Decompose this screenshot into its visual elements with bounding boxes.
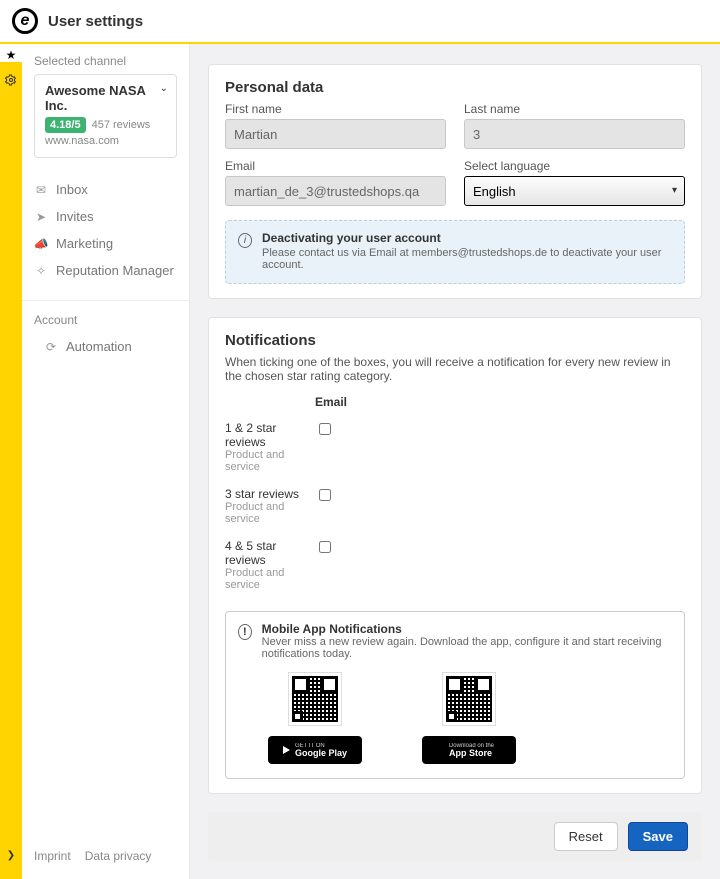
personal-data-heading: Personal data (225, 79, 685, 96)
nav-reputation-manager[interactable]: ✧ Reputation Manager (34, 257, 177, 284)
notifications-card: Notifications When ticking one of the bo… (208, 317, 702, 794)
nav-label: Reputation Manager (56, 263, 174, 278)
app-store-badge[interactable]: Download on theApp Store (422, 736, 516, 764)
selected-channel-label: Selected channel (34, 54, 177, 68)
gear-icon[interactable] (5, 74, 17, 86)
invites-icon: ➤ (34, 210, 48, 224)
nav-invites[interactable]: ➤ Invites (34, 203, 177, 230)
deactivate-title: Deactivating your user account (262, 231, 672, 245)
notif-3-email-checkbox[interactable] (319, 489, 331, 501)
language-label: Select language (464, 159, 685, 173)
last-name-label: Last name (464, 102, 685, 116)
reputation-icon: ✧ (34, 264, 48, 278)
form-actions: Reset Save (208, 812, 702, 861)
google-play-col: GET IT ONGoogle Play (268, 672, 362, 764)
deactivate-text: Please contact us via Email at members@t… (262, 247, 672, 271)
nav-label: Marketing (56, 236, 113, 251)
privacy-link[interactable]: Data privacy (85, 849, 152, 863)
left-rail: ★ ❯ (0, 44, 22, 879)
star-icon[interactable]: ★ (0, 44, 22, 62)
account-section-label: Account (34, 313, 177, 327)
notif-row-subtitle: Product and service (225, 501, 315, 525)
megaphone-icon: 📣 (34, 237, 48, 251)
email-input[interactable] (225, 176, 446, 206)
notifications-description: When ticking one of the boxes, you will … (225, 355, 685, 383)
nav-label: Automation (66, 339, 132, 354)
brand-logo: e (12, 8, 38, 34)
notif-1-2-email-checkbox[interactable] (319, 423, 331, 435)
notif-row-3: 3 star reviews Product and service (225, 483, 685, 535)
chevron-right-icon[interactable]: ❯ (7, 850, 15, 861)
language-select[interactable]: English (464, 176, 685, 206)
nav-label: Invites (56, 209, 94, 224)
sidebar-footer: Imprint Data privacy (22, 835, 189, 879)
notif-row-subtitle: Product and service (225, 449, 315, 473)
mobile-text: Never miss a new review again. Download … (262, 636, 672, 660)
notif-row-title: 1 & 2 star reviews (225, 421, 315, 449)
google-play-badge[interactable]: GET IT ONGoogle Play (268, 736, 362, 764)
google-play-qr (288, 672, 342, 726)
email-label: Email (225, 159, 446, 173)
notif-row-subtitle: Product and service (225, 567, 315, 591)
nav-inbox[interactable]: ✉ Inbox (34, 176, 177, 203)
nav-automation[interactable]: ⟳ Automation (44, 333, 177, 360)
page-title: User settings (48, 13, 143, 30)
deactivate-info-box: i Deactivating your user account Please … (225, 220, 685, 284)
last-name-input[interactable] (464, 119, 685, 149)
notif-row-title: 4 & 5 star reviews (225, 539, 315, 567)
notifications-heading: Notifications (225, 332, 685, 349)
first-name-input[interactable] (225, 119, 446, 149)
notif-row-1-2: 1 & 2 star reviews Product and service (225, 417, 685, 483)
chevron-down-icon[interactable]: ⌄ (160, 83, 168, 94)
channel-name: Awesome NASA Inc. (45, 83, 166, 113)
mobile-title: Mobile App Notifications (262, 622, 672, 636)
main-nav: ✉ Inbox ➤ Invites 📣 Marketing ✧ Reputati… (34, 176, 177, 284)
notif-4-5-email-checkbox[interactable] (319, 541, 331, 553)
reset-button[interactable]: Reset (554, 822, 618, 851)
review-count: 457 reviews (92, 119, 151, 131)
app-store-col: Download on theApp Store (422, 672, 516, 764)
play-icon (283, 746, 290, 754)
nav-marketing[interactable]: 📣 Marketing (34, 230, 177, 257)
first-name-label: First name (225, 102, 446, 116)
channel-card[interactable]: Awesome NASA Inc. ⌄ 4.18/5 457 reviews w… (34, 74, 177, 158)
channel-domain: www.nasa.com (45, 135, 166, 147)
save-button[interactable]: Save (628, 822, 688, 851)
notif-row-4-5: 4 & 5 star reviews Product and service (225, 535, 685, 601)
sidebar: Selected channel Awesome NASA Inc. ⌄ 4.1… (22, 44, 190, 879)
imprint-link[interactable]: Imprint (34, 849, 71, 863)
personal-data-card: Personal data First name Last name Email (208, 64, 702, 299)
app-store-qr (442, 672, 496, 726)
mobile-notifications-box: ! Mobile App Notifications Never miss a … (225, 611, 685, 779)
main-content: Personal data First name Last name Email (190, 44, 720, 879)
divider (22, 300, 189, 301)
automation-icon: ⟳ (44, 340, 58, 354)
nav-label: Inbox (56, 182, 88, 197)
info-icon: i (238, 233, 252, 248)
rating-badge: 4.18/5 (45, 117, 86, 133)
notif-col-email: Email (225, 395, 685, 409)
inbox-icon: ✉ (34, 183, 48, 197)
notif-row-title: 3 star reviews (225, 487, 315, 501)
top-bar: e User settings (0, 0, 720, 44)
exclamation-icon: ! (238, 624, 252, 640)
